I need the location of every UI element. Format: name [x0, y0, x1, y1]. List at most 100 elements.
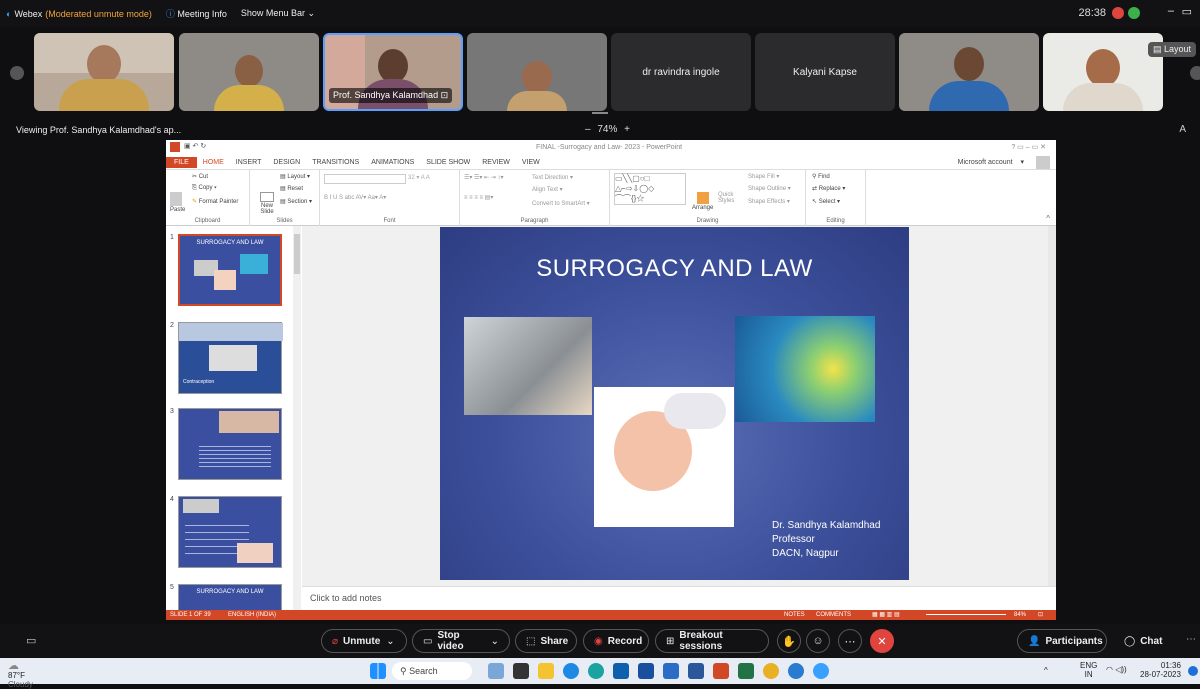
more-options-button[interactable]: ⋯ — [838, 629, 862, 653]
shape-outline-button[interactable]: Shape Outline ▾ — [748, 185, 791, 192]
chat-button[interactable]: ◯ Chat — [1114, 629, 1176, 653]
notes-button[interactable]: NOTES — [784, 612, 805, 618]
participants-button[interactable]: 👤 Participants — [1017, 629, 1107, 653]
language-indicator[interactable]: ENGLISH (INDIA) — [228, 612, 276, 618]
cut-button[interactable]: ✂ Cut — [192, 173, 208, 180]
slide-thumbnail[interactable]: SURROGACY AND LAW — [178, 234, 282, 306]
tab-design[interactable]: DESIGN — [273, 159, 300, 166]
app-icon-photos[interactable] — [488, 663, 504, 679]
copy-button[interactable]: ⎘ Copy ▾ — [192, 185, 217, 192]
app-icon-word[interactable] — [688, 663, 704, 679]
new-slide-button[interactable]: New Slide — [256, 192, 278, 215]
app-icon-edge-2[interactable] — [588, 663, 604, 679]
slide-thumbnail[interactable]: Contraception — [178, 322, 283, 394]
share-zoom-control[interactable]: – 74% + — [585, 124, 630, 135]
shapes-gallery[interactable]: ▭╲╲▢○□ △⌐⇨⇩◯◇ ⌒⌒{}☆ — [614, 173, 686, 205]
tab-insert[interactable]: INSERT — [236, 159, 262, 166]
format-painter-button[interactable]: ✎ Format Painter — [192, 198, 238, 205]
leave-meeting-button[interactable]: ✕ — [870, 629, 894, 653]
paste-button[interactable]: Paste — [170, 192, 185, 213]
shape-fill-button[interactable]: Shape Fill ▾ — [748, 173, 779, 180]
raise-hand-button[interactable]: ✋ — [777, 629, 801, 653]
show-menu-bar-button[interactable]: Show Menu Bar ⌄ — [241, 8, 315, 19]
strip-handle[interactable] — [592, 112, 608, 114]
notification-badge[interactable] — [1188, 666, 1198, 676]
tab-file[interactable]: FILE — [166, 156, 197, 168]
clock[interactable]: 01:36 28-07-2023 — [1140, 661, 1181, 679]
slide-image-baby[interactable] — [594, 387, 734, 527]
section-button[interactable]: ▤ Section ▾ — [280, 198, 312, 205]
minimize-button[interactable]: – — [1168, 5, 1174, 17]
slide-thumbnail[interactable] — [178, 496, 282, 568]
app-icon-mail[interactable] — [638, 663, 654, 679]
tab-view[interactable]: VIEW — [522, 159, 540, 166]
participant-tile[interactable] — [34, 33, 174, 111]
participant-tile[interactable]: dr ravindra ingole — [611, 33, 751, 111]
app-icon-edge[interactable] — [563, 663, 579, 679]
language-indicator[interactable]: ENG IN — [1080, 661, 1097, 679]
tab-slide-show[interactable]: SLIDE SHOW — [426, 159, 470, 166]
app-icon-chrome-2[interactable] — [813, 663, 829, 679]
app-icon-files[interactable] — [513, 663, 529, 679]
participant-tile[interactable] — [899, 33, 1039, 111]
app-icon-chrome[interactable] — [763, 663, 779, 679]
share-button[interactable]: ⬚ Share — [515, 629, 577, 653]
comments-button[interactable]: COMMENTS — [816, 612, 851, 618]
thumbnail-scrollbar[interactable] — [293, 226, 301, 611]
reactions-button[interactable]: ☺ — [806, 629, 830, 653]
ppt-window-controls[interactable]: ? ▭ – ▭ ✕ — [1011, 143, 1046, 151]
meeting-info-button[interactable]: ⓘ Meeting Info — [166, 7, 227, 20]
list-buttons[interactable]: ☰▾ ☰▾ ⇤ ⇥ ↕▾ — [464, 174, 504, 181]
app-icon-powerpoint[interactable] — [713, 663, 729, 679]
participant-tile-active[interactable]: Prof. Sandhya Kalamdhad ⊡ — [323, 33, 463, 111]
app-icon-webex[interactable] — [788, 663, 804, 679]
slide-image-embryo[interactable] — [735, 316, 875, 422]
notes-pane[interactable]: Click to add notes — [302, 586, 1056, 610]
more-panels-icon[interactable]: ⋯ — [1186, 634, 1196, 645]
unmute-button[interactable]: ⌀ Unmute ⌄ — [321, 629, 407, 653]
app-icon-excel[interactable] — [738, 663, 754, 679]
slide-thumbnail[interactable]: SURROGACY AND LAW — [178, 584, 282, 611]
participant-tile[interactable] — [1043, 33, 1163, 111]
align-buttons[interactable]: ≡ ≡ ≡ ≡ ▤▾ — [464, 194, 493, 201]
find-button[interactable]: ⚲ Find — [812, 173, 830, 180]
tray-chevron-icon[interactable]: ^ — [1044, 666, 1048, 675]
font-name-select[interactable] — [324, 174, 406, 184]
slide-title[interactable]: SURROGACY AND LAW — [440, 255, 909, 283]
tab-transitions[interactable]: TRANSITIONS — [312, 159, 359, 166]
breakout-sessions-button[interactable]: ⊞ Breakout sessions — [655, 629, 769, 653]
slide-thumbnail[interactable] — [178, 408, 282, 480]
view-buttons[interactable]: ▦ ▦ ▥ ▤ — [872, 611, 900, 618]
stop-video-button[interactable]: ▭ Stop video ⌄ — [412, 629, 510, 653]
text-direction-button[interactable]: Text Direction ▾ — [532, 174, 573, 181]
maximize-button[interactable]: ▭ — [1182, 5, 1192, 18]
collapse-ribbon-button[interactable]: ^ — [1046, 214, 1050, 223]
participant-tile[interactable]: Kalyani Kapse — [755, 33, 895, 111]
select-button[interactable]: ↖ Select ▾ — [812, 198, 840, 205]
fit-slide-button[interactable]: ⊡ — [1038, 611, 1043, 618]
weather-widget[interactable]: ☁ 87°F Cloudy — [8, 661, 33, 689]
shape-effects-button[interactable]: Shape Effects ▾ — [748, 198, 790, 205]
quick-styles-button[interactable]: Quick Styles — [718, 192, 740, 204]
strip-prev-button[interactable] — [10, 66, 24, 80]
taskbar-search[interactable]: ⚲ Search — [392, 662, 472, 680]
font-size-select[interactable]: 32 ▾ A A — [408, 174, 430, 181]
app-icon-explorer[interactable] — [538, 663, 554, 679]
tab-review[interactable]: REVIEW — [482, 159, 510, 166]
current-slide[interactable]: SURROGACY AND LAW Dr. Sandhya Kalamdhad … — [440, 227, 909, 580]
smartart-button[interactable]: Convert to SmartArt ▾ — [532, 200, 590, 207]
reset-button[interactable]: ▤ Reset — [280, 185, 303, 192]
annotate-icon[interactable]: A — [1179, 124, 1186, 135]
tab-home[interactable]: HOME — [203, 159, 224, 166]
layout-button[interactable]: ▤ Layout ▾ — [280, 173, 310, 180]
save-icon[interactable]: ▣ ↶ ↻ — [184, 142, 206, 150]
account-avatar[interactable] — [1036, 156, 1050, 169]
tab-animations[interactable]: ANIMATIONS — [371, 159, 414, 166]
layout-button[interactable]: ▤ Layout — [1148, 42, 1197, 57]
captions-icon[interactable]: ▭ — [26, 634, 36, 647]
strip-next-button[interactable] — [1190, 66, 1200, 80]
slide-author-block[interactable]: Dr. Sandhya Kalamdhad Professor DACN, Na… — [772, 519, 880, 561]
font-format-buttons[interactable]: B I U S abc AV▾ Aa▾ A▾ — [324, 194, 386, 201]
account-button[interactable]: Microsoft account ▾ — [952, 158, 1024, 166]
slide-image-microscope[interactable] — [464, 317, 592, 415]
